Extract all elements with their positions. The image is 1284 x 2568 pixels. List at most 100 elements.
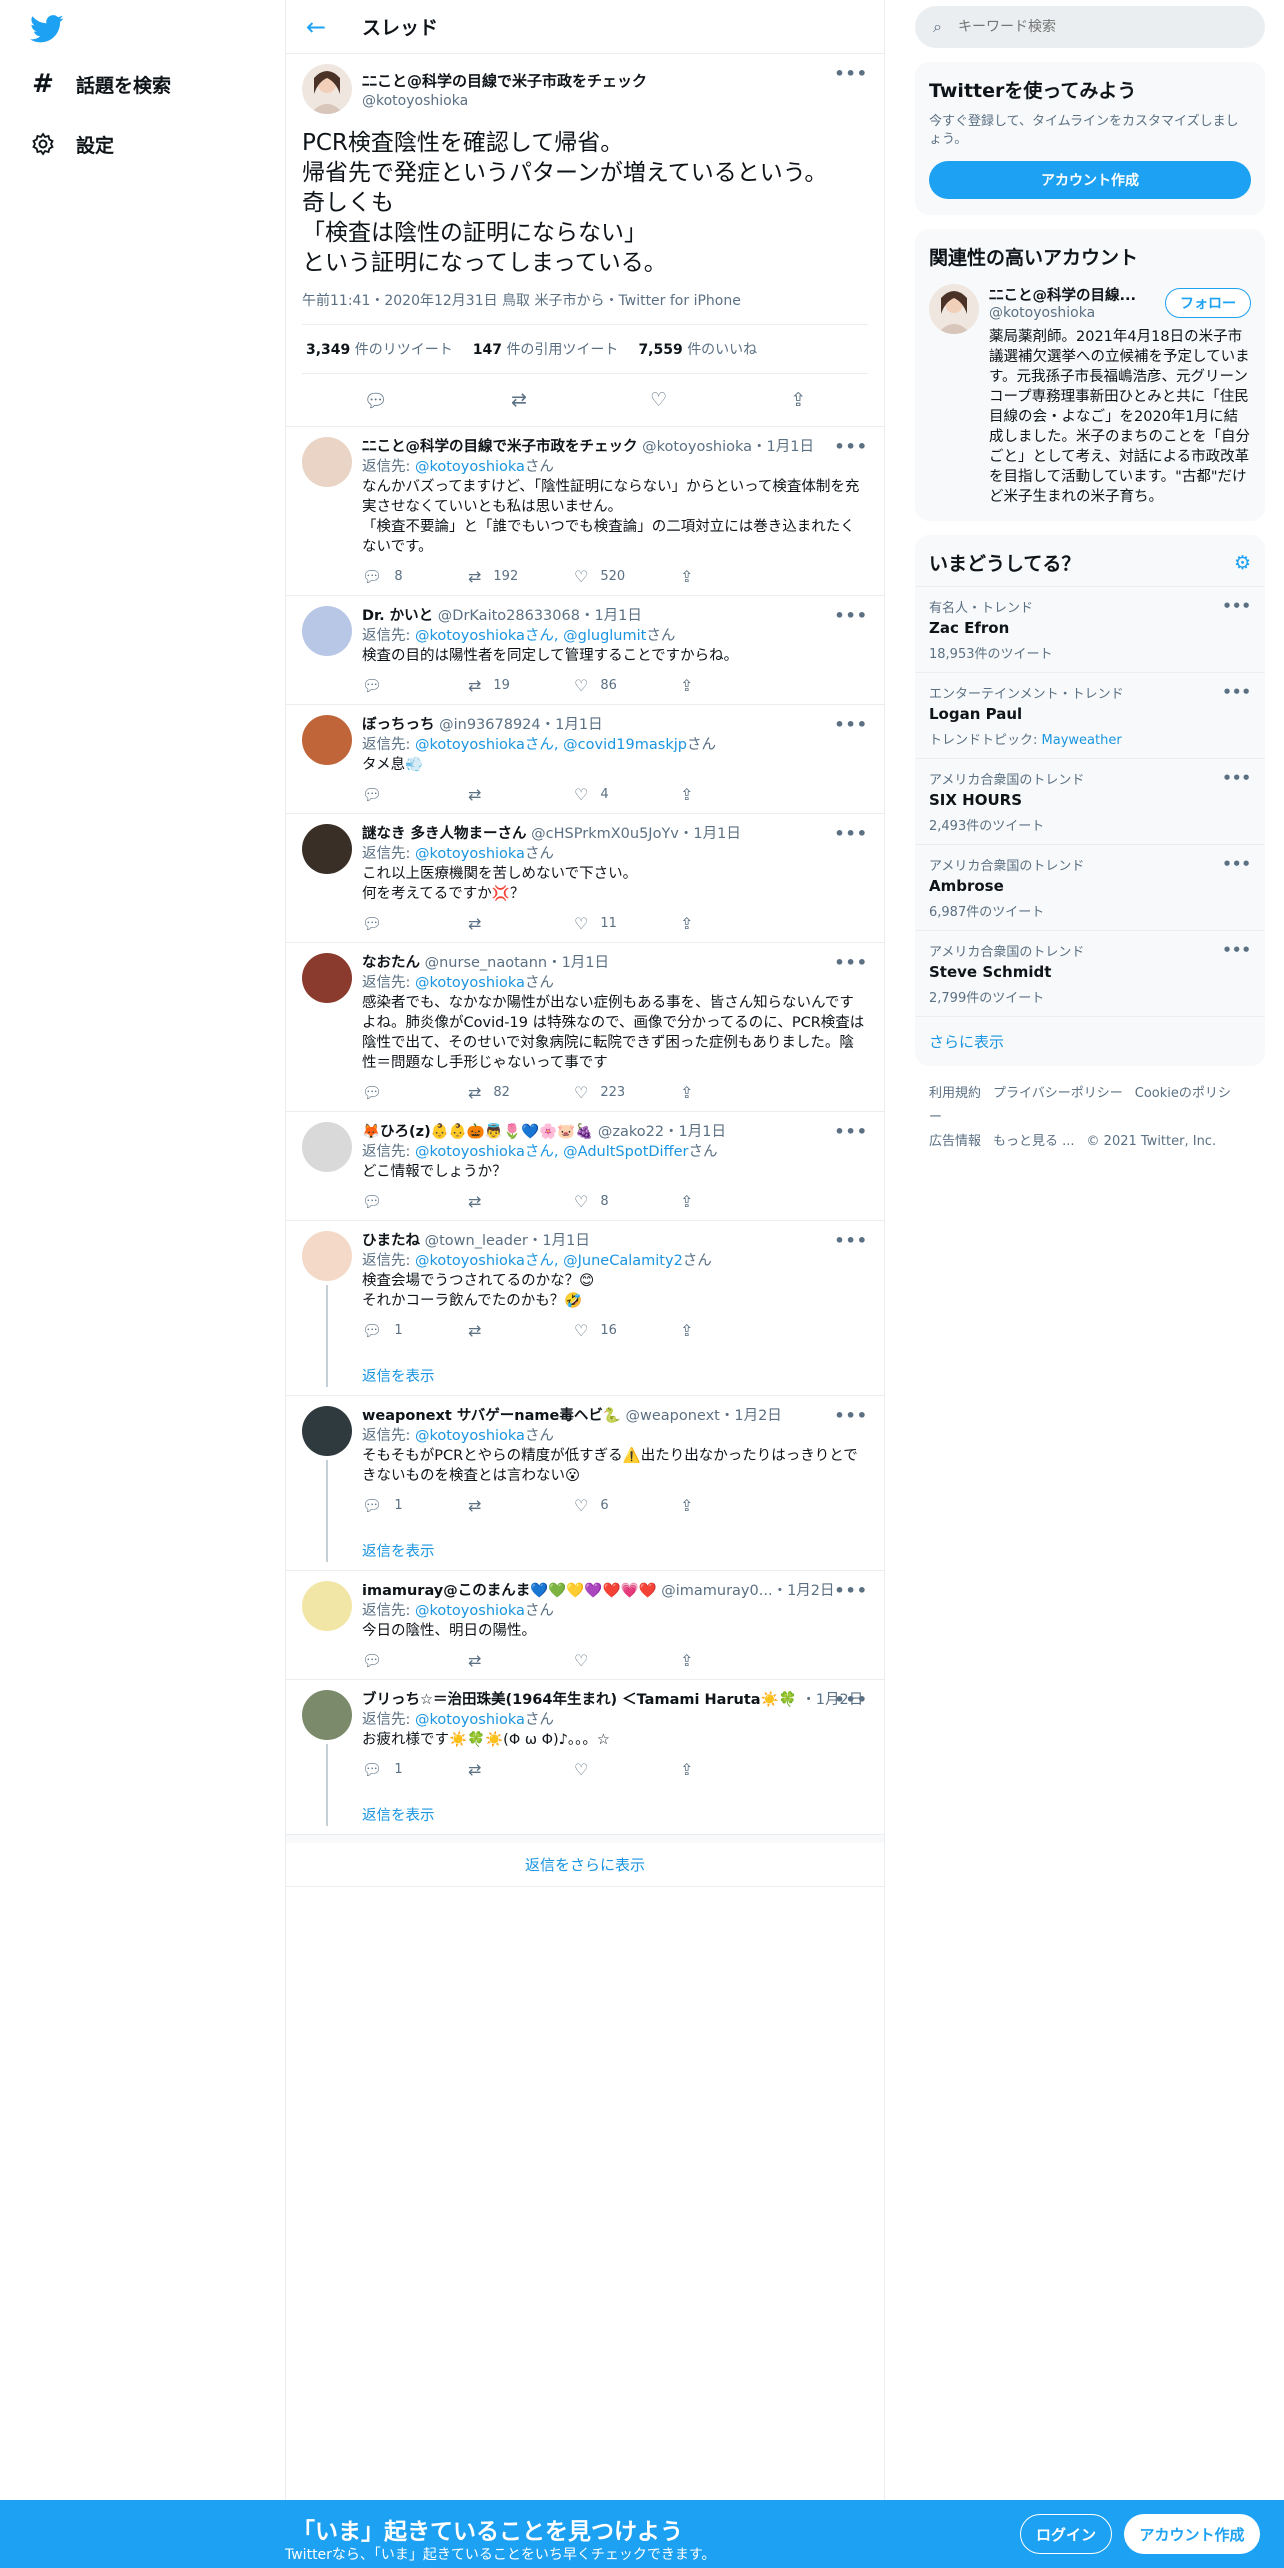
avatar[interactable]	[302, 1231, 352, 1281]
share-action[interactable]: ⇪	[680, 1083, 786, 1103]
reply-author-name[interactable]: Dr. かいと	[362, 608, 433, 624]
like-action[interactable]: ♡ 86	[574, 676, 680, 696]
ads-link[interactable]: 広告情報	[929, 1134, 981, 1149]
reply-action[interactable]: 💬︎ 1	[362, 1321, 468, 1341]
more-options-icon[interactable]: •••	[834, 1581, 868, 1600]
retweet-action[interactable]: ⇄	[468, 1192, 574, 1212]
share-action[interactable]: ⇪	[680, 785, 786, 805]
more-options-icon[interactable]: •••	[834, 1122, 868, 1141]
reply-to-link[interactable]: @kotoyoshioka	[415, 1712, 525, 1728]
more-options-icon[interactable]: •••	[834, 1690, 868, 1709]
trend-item[interactable]: エンターテインメント・トレンド Logan Paul トレンドトピック: May…	[915, 672, 1265, 758]
terms-link[interactable]: 利用規約	[929, 1086, 981, 1101]
share-action[interactable]: ⇪	[680, 1192, 786, 1212]
avatar[interactable]	[302, 1690, 352, 1740]
more-options-icon[interactable]: •••	[1222, 769, 1251, 787]
retweet-action[interactable]: ⇄ 82	[468, 1083, 574, 1103]
retweet-action[interactable]: ⇄	[468, 914, 574, 934]
like-action[interactable]: ♡ 520	[574, 567, 680, 587]
reply-icon[interactable]: 💬︎	[364, 389, 388, 412]
trend-topic-link[interactable]: Mayweather	[1042, 733, 1122, 748]
like-action[interactable]: ♡	[574, 1760, 680, 1780]
reply-meta[interactable]: @town_leader・1月1日	[425, 1233, 590, 1249]
related-name[interactable]: ﾆﾆこと@科学の目線...	[989, 284, 1149, 305]
likes-stat[interactable]: 7,559 件のいいね	[638, 339, 757, 359]
avatar[interactable]	[302, 437, 352, 487]
author-handle[interactable]: @kotoyoshioka	[362, 93, 647, 109]
reply-action[interactable]: 💬︎	[362, 785, 468, 805]
like-icon[interactable]: ♡	[650, 389, 667, 411]
share-action[interactable]: ⇪	[680, 1760, 786, 1780]
trend-item[interactable]: アメリカ合衆国のトレンド Steve Schmidt 2,799件のツイート •…	[915, 930, 1265, 1016]
like-action[interactable]: ♡	[574, 1651, 680, 1671]
quotes-stat[interactable]: 147 件の引用ツイート	[473, 339, 619, 359]
more-options-icon[interactable]: •••	[834, 606, 868, 625]
like-action[interactable]: ♡ 8	[574, 1192, 680, 1212]
share-action[interactable]: ⇪	[680, 1321, 786, 1341]
reply-meta[interactable]: @zako22・1月1日	[598, 1124, 726, 1140]
gear-icon[interactable]: ⚙	[1234, 552, 1251, 574]
reply-author-name[interactable]: weaponext サバゲーname毒ヘビ🐍	[362, 1408, 621, 1424]
more-options-icon[interactable]: •••	[834, 64, 868, 83]
search-input[interactable]	[957, 19, 1218, 35]
like-action[interactable]: ♡ 11	[574, 914, 680, 934]
reply-tweet[interactable]: ぼっちっち @in93678924・1月1日 返信先: @kotoyoshiok…	[286, 705, 884, 814]
show-replies-link[interactable]: 返信を表示	[362, 1542, 868, 1562]
related-account[interactable]: ﾆﾆこと@科学の目線... @kotoyoshioka 薬局薬剤師。2021年4…	[915, 280, 1265, 521]
reply-tweet[interactable]: なおたん @nurse_naotann・1月1日 返信先: @kotoyoshi…	[286, 943, 884, 1112]
reply-to-link[interactable]: @kotoyoshioka	[415, 1428, 525, 1444]
reply-action[interactable]: 💬︎ 1	[362, 1760, 468, 1780]
more-options-icon[interactable]: •••	[834, 1406, 868, 1425]
more-options-icon[interactable]: •••	[1222, 855, 1251, 873]
reply-meta[interactable]: @cHSPrkmX0u5JoYv・1月1日	[531, 826, 741, 842]
avatar[interactable]	[302, 715, 352, 765]
create-account-button[interactable]: アカウント作成	[929, 161, 1251, 199]
reply-meta[interactable]: @weaponext・1月2日	[625, 1408, 781, 1424]
avatar[interactable]	[302, 953, 352, 1003]
share-action[interactable]: ⇪	[680, 1651, 786, 1671]
avatar[interactable]	[302, 1581, 352, 1631]
follow-button[interactable]: フォロー	[1165, 288, 1251, 318]
reply-tweet[interactable]: 謎なき 多き人物まーさん @cHSPrkmX0u5JoYv・1月1日 返信先: …	[286, 814, 884, 943]
avatar[interactable]	[302, 64, 352, 114]
author-name[interactable]: ﾆﾆこと@科学の目線で米子市政をチェック	[362, 70, 647, 91]
back-arrow-icon[interactable]: ←	[306, 13, 336, 41]
show-more-replies-button[interactable]: 返信をさらに表示	[286, 1835, 884, 1887]
trends-show-more[interactable]: さらに表示	[915, 1016, 1265, 1066]
more-options-icon[interactable]: •••	[834, 824, 868, 843]
reply-meta[interactable]: @imamuray0...・1月2日	[661, 1583, 834, 1599]
reply-meta[interactable]: @DrKaito28633068・1月1日	[438, 608, 642, 624]
share-action[interactable]: ⇪	[680, 1496, 786, 1516]
reply-action[interactable]: 💬︎	[362, 1192, 468, 1212]
more-options-icon[interactable]: •••	[1222, 941, 1251, 959]
share-icon[interactable]: ⇪	[790, 389, 806, 411]
like-action[interactable]: ♡ 4	[574, 785, 680, 805]
reply-to-link[interactable]: @kotoyoshiokaさん, @JuneCalamity2	[415, 1253, 683, 1269]
avatar[interactable]	[302, 1122, 352, 1172]
reply-action[interactable]: 💬︎	[362, 1651, 468, 1671]
avatar[interactable]	[302, 606, 352, 656]
reply-action[interactable]: 💬︎ 8	[362, 567, 468, 587]
retweet-action[interactable]: ⇄	[468, 1496, 574, 1516]
signup-button[interactable]: アカウント作成	[1124, 2514, 1260, 2554]
reply-tweet[interactable]: weaponext サバゲーname毒ヘビ🐍 @weaponext・1月2日 返…	[286, 1396, 884, 1571]
show-replies-link[interactable]: 返信を表示	[362, 1806, 903, 1826]
reply-author-name[interactable]: なおたん	[362, 955, 420, 971]
more-options-icon[interactable]: •••	[834, 953, 868, 972]
retweet-action[interactable]: ⇄ 19	[468, 676, 574, 696]
more-link[interactable]: もっと見る ...	[993, 1134, 1075, 1149]
reply-author-name[interactable]: 謎なき 多き人物まーさん	[362, 826, 527, 842]
like-action[interactable]: ♡ 223	[574, 1083, 680, 1103]
reply-meta[interactable]: @in93678924・1月1日	[439, 717, 602, 733]
twitter-logo-icon[interactable]	[30, 14, 64, 44]
retweet-icon[interactable]: ⇄	[511, 389, 527, 411]
trend-item[interactable]: 有名人・トレンド Zac Efron 18,953件のツイート •••	[915, 586, 1265, 672]
show-replies-link[interactable]: 返信を表示	[362, 1367, 868, 1387]
reply-meta[interactable]: @kotoyoshioka・1月1日	[642, 439, 814, 455]
privacy-link[interactable]: プライバシーポリシー	[993, 1086, 1123, 1101]
avatar[interactable]	[302, 824, 352, 874]
avatar[interactable]	[302, 1406, 352, 1456]
reply-action[interactable]: 💬︎	[362, 676, 468, 696]
nav-settings[interactable]: 設定	[28, 124, 114, 164]
retweet-action[interactable]: ⇄	[468, 1760, 574, 1780]
